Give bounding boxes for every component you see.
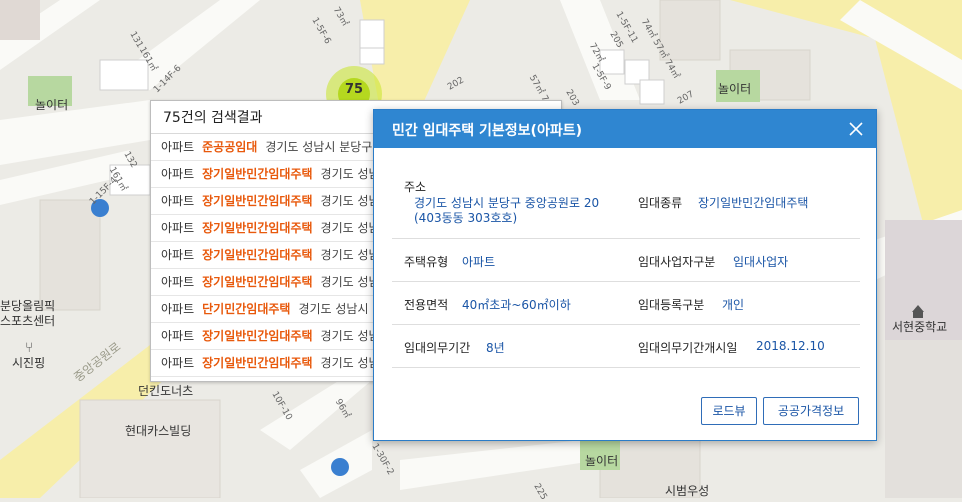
registration-label: 임대등록구분 (638, 298, 705, 312)
result-address: 경기도 성남 (320, 275, 380, 289)
map-label-sports-center: 스포츠센터 (0, 314, 56, 328)
dialog-title: 민간 임대주택 기본정보(아파트) (392, 123, 582, 139)
result-house-type: 아파트 (161, 221, 195, 235)
result-rent-kind: 장기일반민간임대주택 (202, 275, 313, 289)
cluster-count: 75 (344, 82, 364, 97)
info-row: 주소 경기도 성남시 분당구 중앙공원로 20 (403동동 303호호) 임대… (392, 164, 860, 239)
result-house-type: 아파트 (161, 167, 195, 181)
result-address: 경기도 성남 (320, 329, 380, 343)
bus-stop-icon (331, 458, 349, 476)
address-label: 주소 (404, 180, 427, 194)
result-house-type: 아파트 (161, 140, 195, 154)
duty-start-value: 2018.12.10 (756, 339, 825, 353)
area-label: 전용면적 (404, 298, 449, 312)
result-address: 경기도 성남시 (298, 302, 369, 316)
house-info-dialog: 민간 임대주택 기본정보(아파트) 주소 경기도 성남시 분당구 중앙공원로 2… (373, 109, 877, 441)
address-value-line2: (403동동 303호호) (414, 211, 518, 225)
house-type-label: 주택유형 (404, 255, 449, 269)
duty-start-label: 임대의무기간개시일 (638, 341, 738, 355)
map-label-playground: 놀이터 (585, 454, 619, 468)
map-label-playground: 놀이터 (35, 98, 69, 112)
result-house-type: 아파트 (161, 275, 195, 289)
result-rent-kind: 준공공임대 (202, 140, 258, 154)
result-house-type: 아파트 (161, 248, 195, 262)
result-address: 경기도 성남 (320, 167, 380, 181)
result-house-type: 아파트 (161, 329, 195, 343)
map-label-dunkin: 던킨도너츠 (138, 384, 194, 398)
duty-period-label: 임대의무기간 (404, 341, 471, 355)
map-label-seohyeon-ms: 서현중학교 (892, 320, 948, 334)
result-house-type: 아파트 (161, 302, 195, 316)
map-label-sijing: 시진핑 (12, 356, 46, 370)
business-value: 임대사업자 (733, 255, 789, 269)
result-address: 경기도 성남 (320, 194, 380, 208)
map-label-playground: 놀이터 (718, 82, 752, 96)
registration-value: 개인 (722, 298, 745, 312)
result-house-type: 아파트 (161, 194, 195, 208)
result-rent-kind: 장기일반민간임대주택 (202, 329, 313, 343)
result-rent-kind: 장기일반민간임대주택 (202, 356, 313, 370)
close-icon[interactable] (848, 121, 864, 137)
roadview-button[interactable]: 로드뷰 (701, 397, 757, 425)
result-rent-kind: 장기일반민간임대주택 (202, 221, 313, 235)
area-value: 40㎡초과~60㎡이하 (462, 298, 571, 312)
map-label-hyundai: 현대카스빌딩 (125, 424, 192, 438)
result-address: 경기도 성남 (320, 248, 380, 262)
rent-type-value: 장기일반민간임대주택 (698, 196, 809, 210)
result-address: 경기도 성남 (320, 356, 380, 370)
house-type-value: 아파트 (462, 255, 496, 269)
dialog-header: 민간 임대주택 기본정보(아파트) (374, 110, 876, 148)
map-label-post: 시범우성 (665, 484, 710, 498)
result-rent-kind: 장기일반민간임대주택 (202, 167, 313, 181)
info-row: 전용면적 40㎡초과~60㎡이하 임대등록구분 개인 (392, 282, 860, 325)
info-row: 임대의무기간 8년 임대의무기간개시일 2018.12.10 (392, 325, 860, 368)
info-row: 주택유형 아파트 임대사업자구분 임대사업자 (392, 239, 860, 282)
result-house-type: 아파트 (161, 356, 195, 370)
duty-period-value: 8년 (486, 341, 505, 355)
result-rent-kind: 장기일반민간임대주택 (202, 248, 313, 262)
business-label: 임대사업자구분 (638, 255, 716, 269)
public-price-button[interactable]: 공공가격정보 (763, 397, 859, 425)
info-table: 주소 경기도 성남시 분당구 중앙공원로 20 (403동동 303호호) 임대… (392, 164, 860, 368)
result-rent-kind: 단기민간임대주택 (202, 302, 291, 316)
result-address: 경기도 성남시 분당구 (265, 140, 373, 154)
result-address: 경기도 성남 (320, 221, 380, 235)
rent-type-label: 임대종류 (638, 196, 683, 210)
result-rent-kind: 장기일반민간임대주택 (202, 194, 313, 208)
